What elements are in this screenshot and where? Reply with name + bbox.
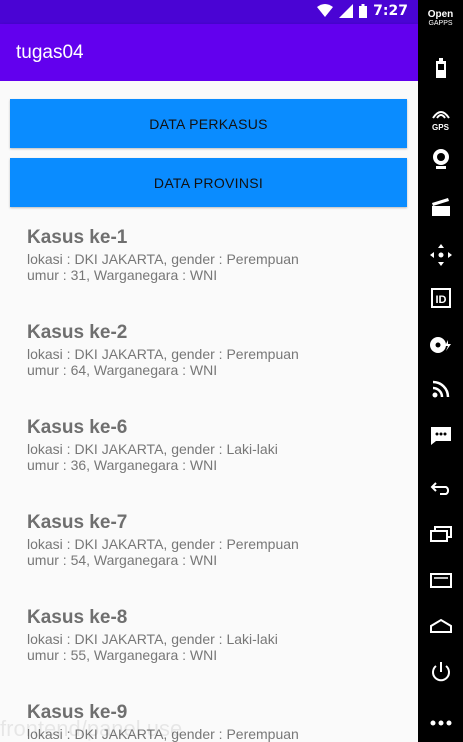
data-provinsi-button[interactable]: DATA PROVINSI [10, 158, 407, 207]
svg-text:ID: ID [435, 294, 446, 306]
list-item[interactable]: Kasus ke-2 lokasi : DKI JAKARTA, gender … [27, 322, 407, 378]
case-title: Kasus ke-8 [27, 607, 128, 628]
case-location: lokasi : DKI JAKARTA, gender : Laki-laki [27, 631, 278, 647]
dpad-icon[interactable] [418, 244, 463, 270]
case-age: umur : 55, Warganegara : WNI [27, 647, 218, 663]
brand-line1: Open [427, 9, 454, 20]
case-title: Kasus ke-6 [27, 417, 128, 438]
case-location: lokasi : DKI JAKARTA, gender : Perempuan [27, 536, 299, 552]
data-perkasus-button[interactable]: DATA PERKASUS [10, 99, 407, 148]
id-icon[interactable]: ID [418, 288, 463, 312]
wifi-icon [317, 4, 334, 17]
gps-icon[interactable]: GPS [418, 104, 463, 132]
case-title: Kasus ke-1 [27, 227, 128, 248]
status-bar: 7:27 [0, 0, 418, 24]
more-icon[interactable] [418, 712, 463, 731]
case-location: lokasi : DKI JAKARTA, gender : Perempuan [27, 251, 299, 267]
menu-icon[interactable] [418, 618, 463, 638]
watermark: frontend/panel use [0, 716, 183, 741]
clapperboard-icon[interactable] [418, 198, 463, 220]
side-nav-bar: Open GAPPS GPS ID [418, 0, 463, 742]
recents-icon[interactable] [418, 526, 463, 546]
case-location: lokasi : DKI JAKARTA, gender : Perempuan [27, 346, 299, 362]
case-age: umur : 64, Warganegara : WNI [27, 362, 218, 378]
list-item[interactable]: Kasus ke-1 lokasi : DKI JAKARTA, gender … [27, 227, 407, 283]
list-item[interactable]: Kasus ke-6 lokasi : DKI JAKARTA, gender … [27, 417, 407, 473]
brand-line2: GAPPS [428, 20, 453, 27]
home-icon[interactable] [418, 572, 463, 592]
opengapps-logo: Open GAPPS [418, 10, 463, 28]
case-title: Kasus ke-2 [27, 322, 128, 343]
case-title: Kasus ke-7 [27, 512, 128, 533]
status-time: 7:27 [373, 3, 408, 19]
media-icon[interactable] [418, 336, 463, 358]
battery-icon[interactable] [418, 58, 463, 82]
battery-status-icon [359, 4, 368, 18]
case-age: umur : 54, Warganegara : WNI [27, 552, 218, 568]
camera-icon[interactable] [418, 148, 463, 174]
message-icon[interactable] [418, 426, 463, 450]
rss-icon[interactable] [418, 380, 463, 402]
list-item[interactable]: Kasus ke-7 lokasi : DKI JAKARTA, gender … [27, 512, 407, 568]
main-content[interactable]: DATA PERKASUS DATA PROVINSI Kasus ke-1 l… [0, 81, 418, 742]
list-item[interactable]: Kasus ke-8 lokasi : DKI JAKARTA, gender … [27, 607, 407, 663]
case-age: umur : 36, Warganegara : WNI [27, 457, 218, 473]
app-title: tugas04 [16, 42, 84, 63]
case-location: lokasi : DKI JAKARTA, gender : Laki-laki [27, 441, 278, 457]
signal-icon [339, 4, 354, 18]
app-bar: tugas04 [0, 24, 418, 81]
gps-label: GPS [432, 123, 449, 132]
power-icon[interactable] [418, 660, 463, 688]
case-age: umur : 31, Warganegara : WNI [27, 267, 218, 283]
status-icons: 7:27 [317, 3, 408, 19]
back-icon[interactable] [418, 480, 463, 499]
